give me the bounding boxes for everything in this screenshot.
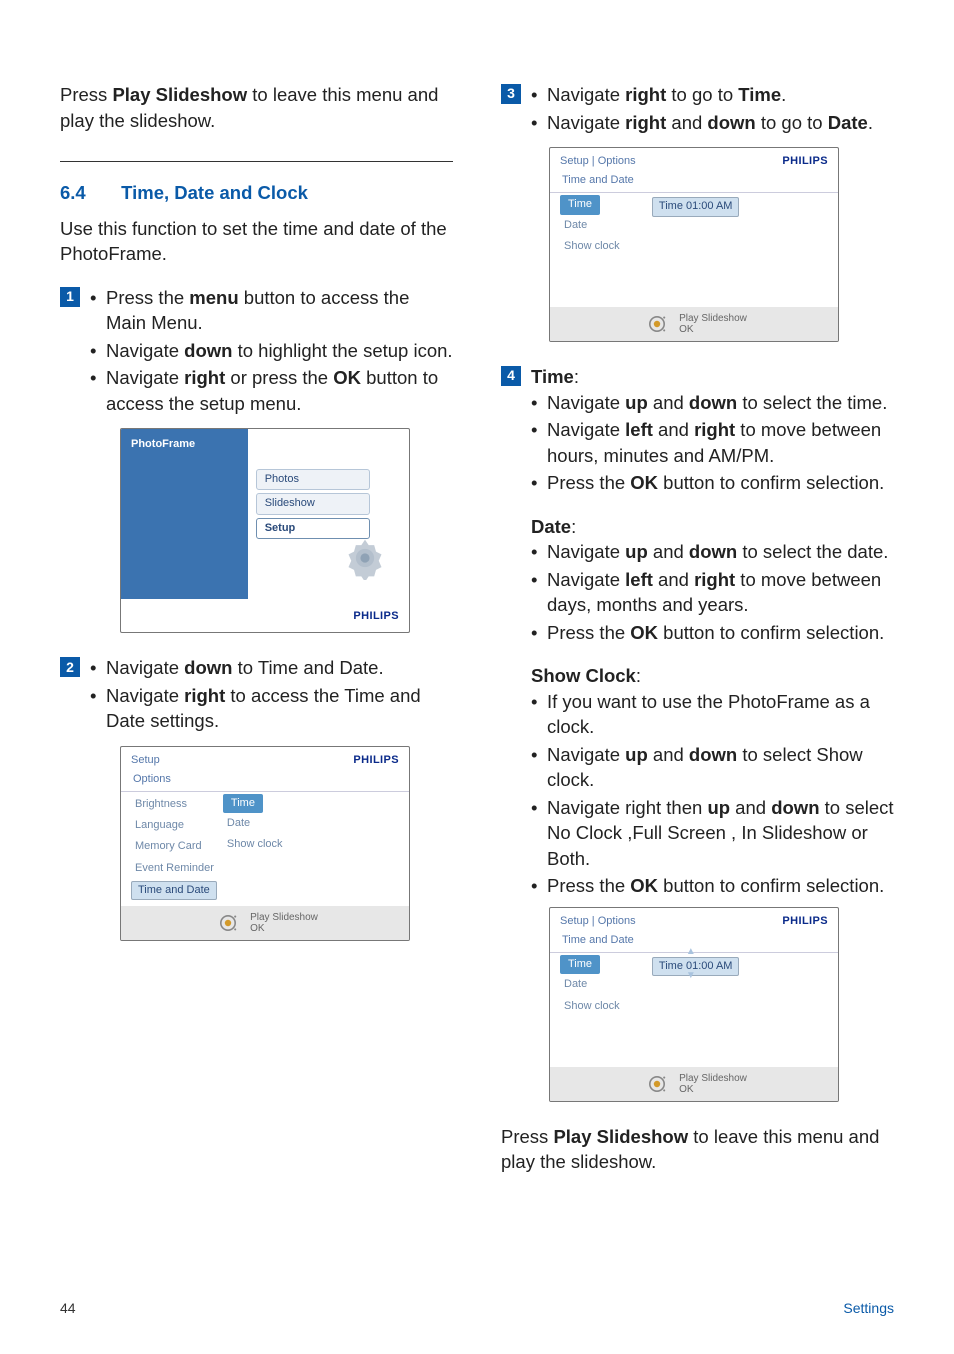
clock-bullet1: If you want to use the PhotoFrame as a c… — [531, 689, 894, 740]
page-footer: 44 Settings — [60, 1299, 894, 1318]
setup-mid-selected: Time — [223, 794, 263, 813]
clock-bullet4: Press the OK button to confirm selection… — [531, 873, 894, 899]
setup-item-selected: Time and Date — [131, 881, 217, 900]
section-title: Time, Date and Clock — [121, 182, 308, 203]
joystick-icon — [641, 1071, 673, 1097]
device-footer-label: Play Slideshow — [679, 313, 747, 324]
device-menu-slideshow: Slideshow — [256, 493, 371, 514]
step3-bullet1: Navigate right to go to Time. — [531, 82, 894, 108]
td-item-selected: Time — [560, 955, 600, 974]
device-footer-label: OK — [679, 1084, 747, 1095]
joystick-icon — [641, 311, 673, 337]
step-1: 1 Press the menu button to access the Ma… — [60, 285, 453, 419]
setup-mid: Date — [223, 813, 314, 834]
device-footer: Play Slideshow OK — [550, 307, 838, 341]
step-badge-4: 4 — [501, 366, 521, 386]
device-subtitle: Time and Date — [550, 169, 838, 193]
clock-bullet2: Navigate up and down to select Show cloc… — [531, 742, 894, 793]
td-item: Show clock — [560, 996, 648, 1017]
step2-bullet2: Navigate right to access the Time and Da… — [90, 683, 453, 734]
step-badge-1: 1 — [60, 287, 80, 307]
chevron-down-icon: ▼ — [686, 971, 696, 981]
time-bullet3: Press the OK button to confirm selection… — [531, 470, 894, 496]
intro-leave-menu: Press Play Slideshow to leave this menu … — [60, 82, 453, 133]
time-subhead: Time — [531, 366, 574, 387]
section-intro: Use this function to set the time and da… — [60, 216, 453, 267]
step1-bullet1: Press the menu button to access the Main… — [90, 285, 453, 336]
td-value: Time 01:00 AM — [652, 197, 740, 216]
date-bullet3: Press the OK button to confirm selection… — [531, 620, 894, 646]
device-footer-label: Play Slideshow — [679, 1073, 747, 1084]
date-bullet2: Navigate left and right to move between … — [531, 567, 894, 618]
screenshot-main-menu: PhotoFrame Photos Slideshow Setup PHILIP… — [120, 428, 410, 633]
setup-mid: Show clock — [223, 834, 314, 855]
footer-section-link: Settings — [843, 1299, 894, 1318]
step-badge-2: 2 — [60, 657, 80, 677]
step1-bullet2: Navigate down to highlight the setup ico… — [90, 338, 453, 364]
section-number: 6.4 — [60, 180, 116, 206]
time-bullet1: Navigate up and down to select the time. — [531, 390, 894, 416]
step3-bullet2: Navigate right and down to go to Date. — [531, 110, 894, 136]
device-footer: Play Slideshow OK — [121, 906, 409, 940]
time-bullet2: Navigate left and right to move between … — [531, 417, 894, 468]
td-item: Show clock — [560, 236, 648, 257]
device-title: PhotoFrame — [131, 437, 238, 452]
clock-subhead: Show Clock — [531, 665, 636, 686]
device-footer-label: OK — [679, 324, 747, 335]
date-subhead: Date — [531, 516, 571, 537]
screenshot-timedate: Setup | Options PHILIPS Time and Date Ti… — [549, 147, 839, 342]
outro-leave-menu: Press Play Slideshow to leave this menu … — [501, 1124, 894, 1175]
step2-bullet1: Navigate down to Time and Date. — [90, 655, 453, 681]
setup-item: Memory Card — [131, 836, 219, 857]
screenshot-setup: Setup PHILIPS Options Brightness Languag… — [120, 746, 410, 941]
brand-logo: PHILIPS — [353, 609, 399, 624]
step1-bullet3: Navigate right or press the OK button to… — [90, 365, 453, 416]
device-footer: Play Slideshow OK — [550, 1067, 838, 1101]
joystick-icon — [212, 910, 244, 936]
setup-item: Brightness — [131, 794, 219, 815]
step-4: 4 Time: Navigate up and down to select t… — [501, 364, 894, 901]
setup-item: Language — [131, 815, 219, 836]
td-item-selected: Time — [560, 195, 600, 214]
section-heading: 6.4 Time, Date and Clock — [60, 180, 453, 206]
chevron-up-icon: ▲ — [686, 947, 696, 957]
td-item: Date — [560, 974, 648, 995]
device-menu-photos: Photos — [256, 469, 371, 490]
device-subtitle: Options — [121, 768, 409, 792]
device-footer-label: OK — [250, 923, 318, 934]
setup-item: Event Reminder — [131, 858, 219, 879]
screenshot-timedate-edit: Setup | Options PHILIPS Time and Date Ti… — [549, 907, 839, 1102]
clock-bullet3: Navigate right then up and down to selec… — [531, 795, 894, 872]
gear-icon — [343, 536, 387, 580]
date-bullet1: Navigate up and down to select the date. — [531, 539, 894, 565]
step-2: 2 Navigate down to Time and Date. Naviga… — [60, 655, 453, 736]
brand-logo: PHILIPS — [782, 154, 828, 169]
section-divider — [60, 161, 453, 162]
step-badge-3: 3 — [501, 84, 521, 104]
brand-logo: PHILIPS — [353, 753, 399, 768]
td-item: Date — [560, 215, 648, 236]
brand-logo: PHILIPS — [782, 914, 828, 929]
step-3: 3 Navigate right to go to Time. Navigate… — [501, 82, 894, 137]
device-footer-label: Play Slideshow — [250, 912, 318, 923]
page-number: 44 — [60, 1299, 76, 1318]
